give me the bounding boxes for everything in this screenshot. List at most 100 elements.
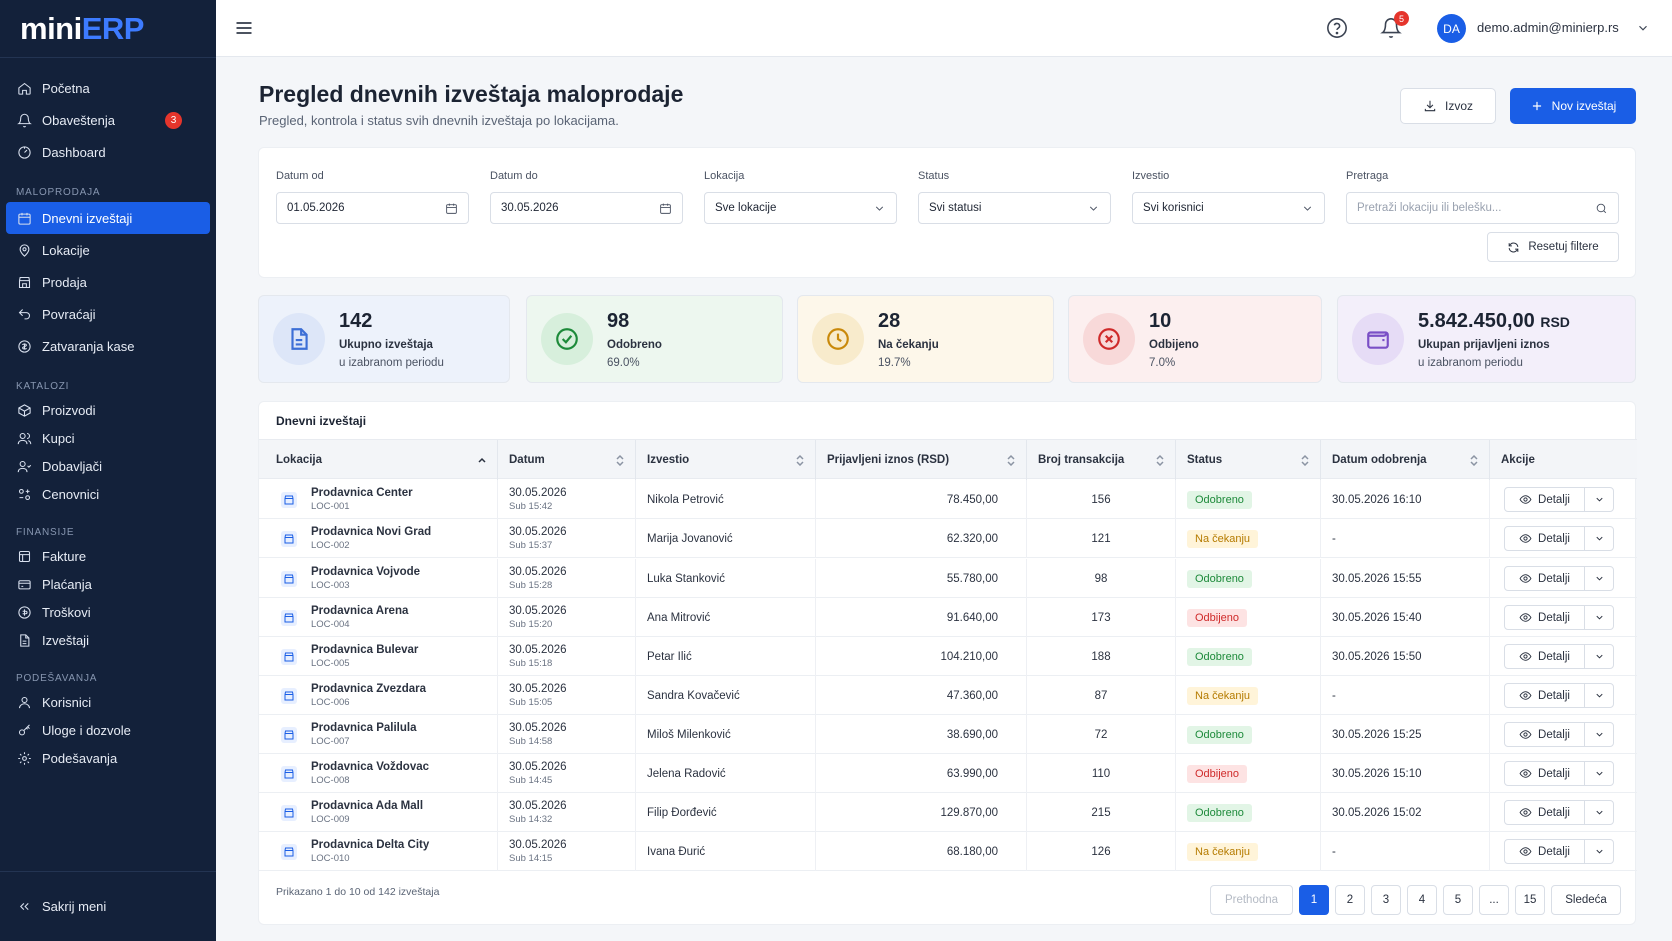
reset-filters-button[interactable]: Resetuj filtere — [1487, 232, 1619, 262]
pagination-next-button[interactable]: Sledeća — [1551, 885, 1621, 915]
row-actions-dropdown[interactable] — [1585, 527, 1613, 550]
details-button[interactable]: Detalji — [1505, 527, 1585, 550]
sidebar-item-kupci[interactable]: Kupci — [6, 424, 210, 452]
details-button[interactable]: Detalji — [1505, 762, 1585, 785]
pagination-page-2[interactable]: 2 — [1335, 885, 1365, 915]
sidebar-item-zatvaranja-kase[interactable]: Zatvaranja kase — [6, 330, 210, 362]
table-row[interactable]: Prodavnica Voždovac LOC-008 30.05.2026 Sub … — [259, 754, 1637, 793]
sidebar-item-uloge-i-dozvole[interactable]: Uloge i dozvole — [6, 716, 210, 744]
location-name[interactable]: Prodavnica Voždovac — [311, 760, 429, 775]
details-button[interactable]: Detalji — [1505, 801, 1585, 824]
row-actions-dropdown[interactable] — [1585, 645, 1613, 668]
cell-date: 30.05.2026 Sub 14:58 — [498, 715, 636, 754]
details-button[interactable]: Detalji — [1505, 488, 1585, 511]
details-button[interactable]: Detalji — [1505, 684, 1585, 707]
sidebar-item-povracaji[interactable]: Povraćaji — [6, 298, 210, 330]
help-icon[interactable] — [1326, 17, 1348, 39]
details-button[interactable]: Detalji — [1505, 840, 1585, 863]
table-row[interactable]: Prodavnica Arena LOC-004 30.05.2026 Sub 15:… — [259, 598, 1637, 637]
table-row[interactable]: Prodavnica Center LOC-001 30.05.2026 Sub 15… — [259, 480, 1637, 519]
sidebar-item-dobavljaci[interactable]: Dobavljači — [6, 452, 210, 480]
sidebar-item-dashboard[interactable]: Dashboard — [6, 136, 210, 168]
search-input[interactable]: Pretraži lokaciju ili belešku... — [1346, 192, 1619, 224]
row-actions-dropdown[interactable] — [1585, 606, 1613, 629]
row-actions-dropdown[interactable] — [1585, 840, 1613, 863]
table-row[interactable]: Prodavnica Bulevar LOC-005 30.05.2026 Sub 1… — [259, 637, 1637, 676]
sort-icon[interactable] — [1469, 454, 1479, 467]
stat-label: Odbijeno — [1149, 339, 1199, 351]
row-actions-dropdown[interactable] — [1585, 801, 1613, 824]
sidebar-item-obavestenja[interactable]: Obaveštenja 3 — [6, 104, 210, 136]
location-name[interactable]: Prodavnica Delta City — [311, 838, 429, 853]
pagination-page-15[interactable]: 15 — [1515, 885, 1545, 915]
details-button[interactable]: Detalji — [1505, 567, 1585, 590]
table-row[interactable]: Prodavnica Vojvode LOC-003 30.05.2026 Sub 1… — [259, 559, 1637, 598]
sidebar-item-troskovi[interactable]: Troškovi — [6, 598, 210, 626]
location-name[interactable]: Prodavnica Zvezdara — [311, 682, 426, 697]
sidebar-item-podesavanja[interactable]: Podešavanja — [6, 744, 210, 772]
status-select[interactable]: Svi statusi — [918, 192, 1111, 224]
column-header-status[interactable]: Status — [1176, 440, 1321, 480]
location-name[interactable]: Prodavnica Novi Grad — [311, 525, 431, 540]
collapse-menu-button[interactable]: Sakrij meni — [6, 890, 210, 922]
sort-icon[interactable] — [615, 454, 625, 467]
details-button[interactable]: Detalji — [1505, 723, 1585, 746]
user-avatar[interactable]: DA — [1437, 14, 1466, 43]
column-header-datum[interactable]: Datum — [498, 440, 636, 480]
logo[interactable]: mini ERP — [0, 0, 216, 58]
column-header-broj-transakcija[interactable]: Broj transakcija — [1027, 440, 1176, 480]
pagination-prev-button[interactable]: Prethodna — [1210, 885, 1293, 915]
row-actions-dropdown[interactable] — [1585, 762, 1613, 785]
location-name[interactable]: Prodavnica Center — [311, 486, 413, 501]
column-header-lokacija[interactable]: Lokacija — [259, 440, 498, 480]
sidebar-item-izvestaji[interactable]: Izveštaji — [6, 626, 210, 654]
sidebar-item-fakture[interactable]: Fakture — [6, 542, 210, 570]
date-from-input[interactable]: 01.05.2026 — [276, 192, 469, 224]
sidebar-item-dnevni-izvestaji[interactable]: Dnevni izveštaji — [6, 202, 210, 234]
location-select[interactable]: Sve lokacije — [704, 192, 897, 224]
details-button[interactable]: Detalji — [1505, 645, 1585, 668]
column-header-datum-odobrenja[interactable]: Datum odobrenja — [1321, 440, 1490, 480]
row-actions-dropdown[interactable] — [1585, 723, 1613, 746]
location-name[interactable]: Prodavnica Palilula — [311, 721, 416, 736]
reporter-select[interactable]: Svi korisnici — [1132, 192, 1325, 224]
table-row[interactable]: Prodavnica Novi Grad LOC-002 30.05.2026 Sub… — [259, 519, 1637, 558]
sort-ascending-icon[interactable] — [477, 454, 487, 466]
sidebar-item-korisnici[interactable]: Korisnici — [6, 688, 210, 716]
table-row[interactable]: Prodavnica Ada Mall LOC-009 30.05.2026 Sub … — [259, 793, 1637, 832]
location-name[interactable]: Prodavnica Arena — [311, 604, 408, 619]
table-row[interactable]: Prodavnica Delta City LOC-010 30.05.2026 Su… — [259, 832, 1637, 871]
sidebar-item-proizvodi[interactable]: Proizvodi — [6, 396, 210, 424]
chevron-down-icon[interactable] — [1636, 21, 1650, 35]
row-actions-dropdown[interactable] — [1585, 488, 1613, 511]
location-name[interactable]: Prodavnica Vojvode — [311, 565, 420, 580]
sidebar-item-lokacije[interactable]: Lokacije — [6, 234, 210, 266]
sidebar-item-placanja[interactable]: Plaćanja — [6, 570, 210, 598]
pagination-page-1[interactable]: 1 — [1299, 885, 1329, 915]
row-actions-dropdown[interactable] — [1585, 567, 1613, 590]
pagination-page-5[interactable]: 5 — [1443, 885, 1473, 915]
table-row[interactable]: Prodavnica Zvezdara LOC-006 30.05.2026 Sub … — [259, 676, 1637, 715]
export-button[interactable]: Izvoz — [1400, 88, 1496, 124]
new-report-button[interactable]: Nov izveštaj — [1510, 88, 1636, 124]
table-row[interactable]: Prodavnica Palilula LOC-007 30.05.2026 Sub … — [259, 715, 1637, 754]
sidebar-item-label: Plaćanja — [42, 576, 92, 592]
location-name[interactable]: Prodavnica Bulevar — [311, 643, 418, 658]
sidebar-item-pocetna[interactable]: Početna — [6, 72, 210, 104]
date-to-input[interactable]: 30.05.2026 — [490, 192, 683, 224]
sort-icon[interactable] — [1006, 454, 1016, 467]
sort-icon[interactable] — [1155, 454, 1165, 467]
column-header-izvestio[interactable]: Izvestio — [636, 440, 816, 480]
hamburger-menu-icon[interactable] — [234, 18, 254, 38]
column-header-prijavljeni-iznos-rsd[interactable]: Prijavljeni iznos (RSD) — [816, 440, 1027, 480]
pagination-page-4[interactable]: 4 — [1407, 885, 1437, 915]
details-button[interactable]: Detalji — [1505, 606, 1585, 629]
sort-icon[interactable] — [795, 454, 805, 467]
sort-icon[interactable] — [1300, 454, 1310, 467]
sidebar-item-cenovnici[interactable]: Cenovnici — [6, 480, 210, 508]
user-email[interactable]: demo.admin@minierp.rs — [1477, 20, 1619, 35]
pagination-page-3[interactable]: 3 — [1371, 885, 1401, 915]
sidebar-item-prodaja[interactable]: Prodaja — [6, 266, 210, 298]
location-name[interactable]: Prodavnica Ada Mall — [311, 799, 423, 814]
row-actions-dropdown[interactable] — [1585, 684, 1613, 707]
